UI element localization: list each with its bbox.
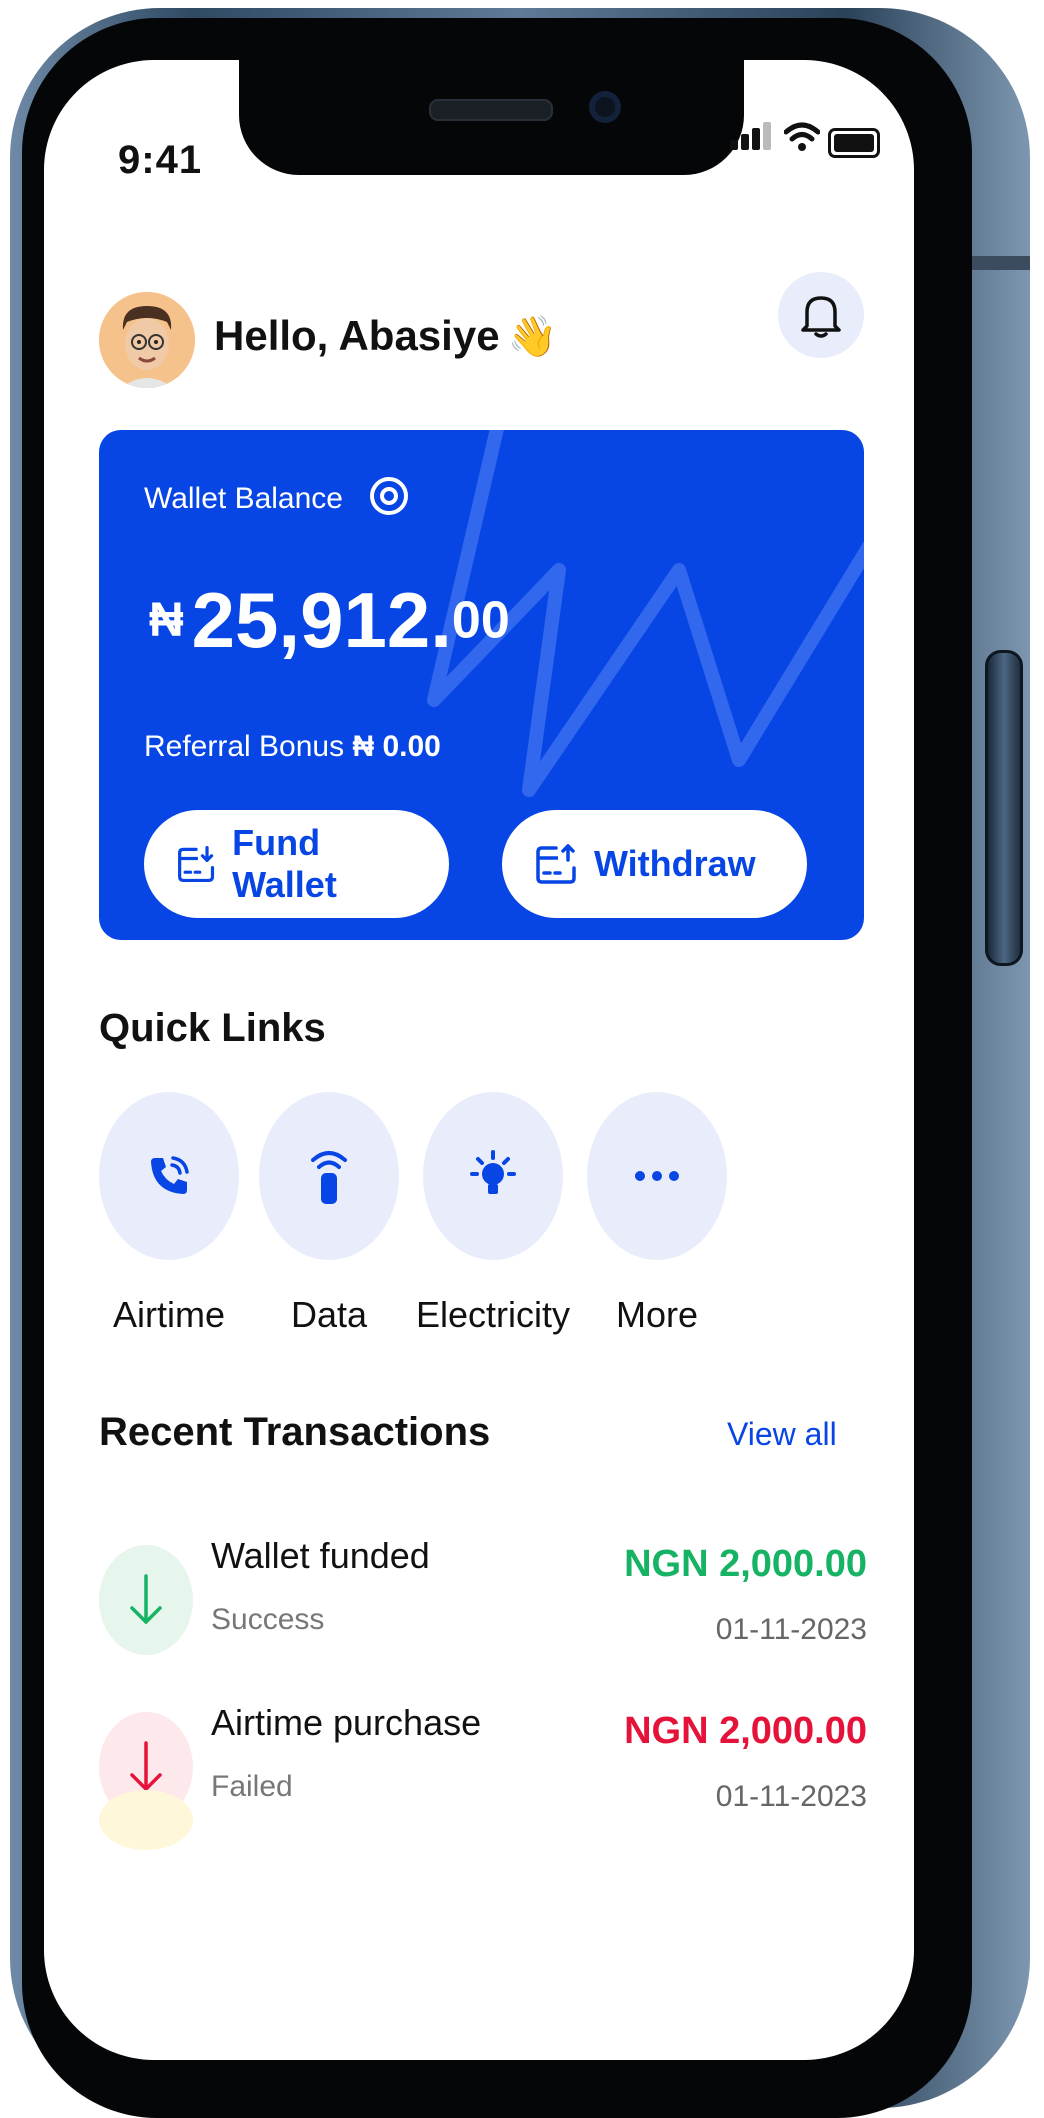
balance-decimal: 00 — [451, 591, 510, 650]
waving-hand-icon: 👋 — [507, 315, 558, 359]
fund-wallet-button[interactable]: Fund Wallet — [144, 810, 449, 918]
wallet-balance-label: Wallet Balance — [144, 482, 343, 515]
quick-link-data-circle — [259, 1092, 399, 1260]
quick-link-electricity[interactable]: Electricity — [398, 1092, 588, 1336]
transaction-title: Wallet funded — [211, 1535, 430, 1576]
greeting-text: Hello, Abasiye — [214, 312, 500, 359]
quick-links-title: Quick Links — [99, 1006, 326, 1050]
transaction-row[interactable]: Airtime purchase Failed NGN 2,000.00 01-… — [99, 1692, 867, 1822]
wallet-out-icon — [536, 844, 576, 884]
transaction-amount: NGN 2,000.00 — [624, 1543, 867, 1585]
quick-link-more-label: More — [615, 1294, 699, 1335]
arrow-down-icon — [130, 1574, 162, 1624]
wallet-in-icon — [178, 845, 215, 883]
currency-symbol: ₦ — [149, 594, 184, 647]
toggle-visibility-icon[interactable] — [367, 474, 411, 518]
recent-transactions-title: Recent Transactions — [99, 1410, 491, 1454]
fund-wallet-label: Fund Wallet — [232, 822, 337, 905]
withdraw-label: Withdraw — [594, 843, 756, 884]
bulb-icon — [470, 1150, 516, 1194]
transaction-status: Success — [211, 1603, 325, 1636]
notifications-button[interactable] — [778, 272, 864, 358]
referral-label: Referral Bonus — [144, 730, 345, 763]
referral-bonus: Referral Bonus ₦ 0.00 — [144, 730, 441, 764]
more-dots-icon — [635, 1171, 679, 1181]
battery-icon — [828, 128, 880, 158]
avatar[interactable] — [99, 292, 195, 388]
transaction-amount: NGN 2,000.00 — [624, 1710, 867, 1752]
quick-link-more-circle — [587, 1092, 727, 1260]
speaker-grille — [429, 99, 553, 121]
transaction-date: 01-11-2023 — [715, 1780, 867, 1813]
camera-icon — [589, 91, 621, 123]
balance-main: 25,912. — [191, 576, 452, 664]
view-all-link[interactable]: View all — [727, 1416, 837, 1453]
status-time: 9:41 — [118, 138, 203, 182]
withdraw-button[interactable]: Withdraw — [502, 810, 807, 918]
quick-link-data[interactable]: Data — [234, 1092, 424, 1336]
quick-link-more[interactable]: More — [562, 1092, 752, 1336]
quick-link-electricity-label: Electricity — [415, 1294, 571, 1335]
transaction-row[interactable]: Wallet funded Success NGN 2,000.00 01-11… — [99, 1525, 867, 1655]
transaction-title: Airtime purchase — [211, 1702, 482, 1743]
quick-link-airtime-circle — [99, 1092, 239, 1260]
quick-link-data-label: Data — [290, 1294, 368, 1335]
greeting: Hello, Abasiye 👋 — [214, 312, 557, 360]
phone-call-icon — [151, 1156, 189, 1194]
referral-amount: ₦ 0.00 — [352, 730, 441, 763]
quick-link-electricity-circle — [423, 1092, 563, 1260]
transaction-icon-partial — [99, 1790, 193, 1850]
status-icons — [730, 116, 900, 158]
transaction-status: Failed — [211, 1770, 293, 1803]
app-screen: 9:41 Hello, Abasiye 👋 Wallet Balance ₦ 2… — [44, 60, 914, 2060]
signal-icon — [730, 140, 738, 150]
bell-icon — [801, 296, 841, 338]
wifi-icon — [784, 122, 820, 151]
wallet-balance-amount: ₦ 25,912.00 — [149, 575, 510, 666]
side-button — [985, 650, 1023, 966]
arrow-down-icon — [130, 1741, 162, 1791]
transaction-icon-bg — [99, 1545, 193, 1655]
transaction-date: 01-11-2023 — [715, 1613, 867, 1646]
notch — [239, 60, 744, 175]
memoji-avatar-icon — [99, 292, 195, 388]
data-signal-icon — [311, 1151, 347, 1204]
wallet-card: Wallet Balance ₦ 25,912.00 Referral Bonus… — [99, 430, 864, 940]
